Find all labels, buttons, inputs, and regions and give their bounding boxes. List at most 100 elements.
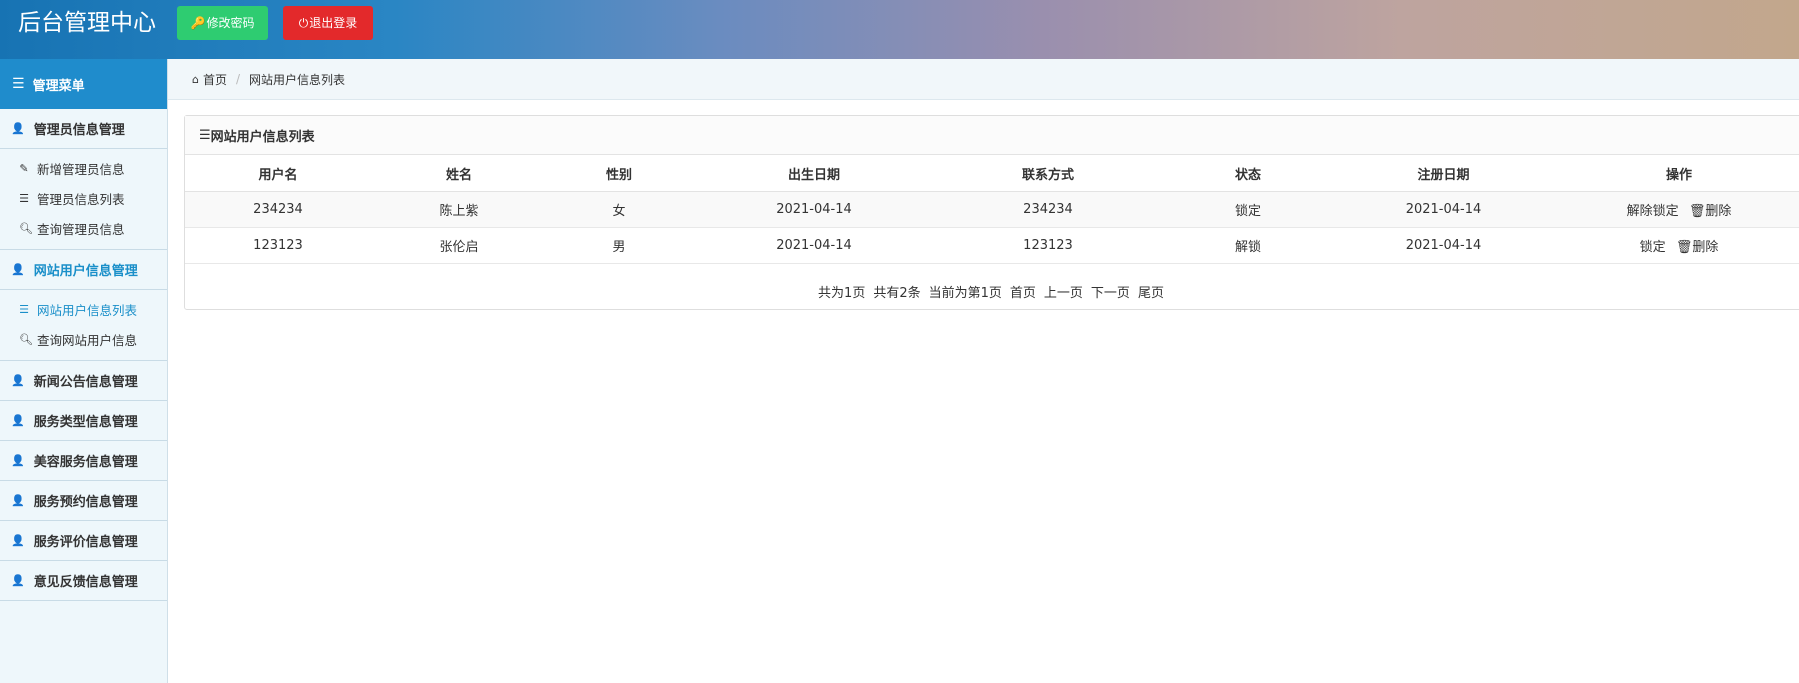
cell-status: 解锁	[1159, 227, 1337, 264]
cell-username: 123123	[185, 227, 371, 264]
sidebar-group-beauty-service[interactable]: 👤 美容服务信息管理	[0, 441, 167, 481]
user-icon: 👤	[11, 454, 25, 467]
sidebar-group-feedback[interactable]: 👤 意见反馈信息管理	[0, 561, 167, 601]
pager-prev-link[interactable]: 上一页	[1044, 282, 1083, 301]
sidebar-group-admin[interactable]: 👤 管理员信息管理	[0, 109, 167, 149]
pager-current-page: 当前为第1页	[928, 285, 1002, 301]
list-icon: ☰	[199, 127, 211, 143]
sidebar-header: ☰ 管理菜单	[0, 59, 167, 109]
table-row: 234234 陈上紫 女 2021-04-14 234234 锁定 2021-0…	[185, 191, 1799, 228]
logout-label: 退出登录	[309, 16, 358, 30]
column-header: 注册日期	[1337, 155, 1550, 192]
breadcrumb: ⌂ 首页 / 网站用户信息列表	[168, 59, 1799, 100]
trash-icon: 🗑	[1688, 204, 1706, 219]
sidebar-item-add-admin[interactable]: ✎ 新增管理员信息	[0, 153, 167, 183]
trash-icon: 🗑	[1675, 240, 1693, 255]
cell-actions: 解除锁定 🗑删除	[1550, 191, 1799, 228]
list-icon: ☰	[19, 191, 29, 205]
sidebar-group-news[interactable]: 👤 新闻公告信息管理	[0, 361, 167, 401]
column-header: 性别	[547, 155, 691, 192]
sidebar-group-booking[interactable]: 👤 服务预约信息管理	[0, 481, 167, 521]
power-icon: ⏻	[298, 16, 309, 30]
column-header: 出生日期	[691, 155, 937, 192]
delete-link[interactable]: 🗑删除	[1689, 204, 1732, 219]
panel-title: ☰ 网站用户信息列表	[185, 116, 1799, 155]
column-header: 用户名	[185, 155, 371, 192]
pager-total-records: 共有2条	[873, 285, 921, 301]
home-icon: ⌂	[192, 72, 199, 86]
cell-username: 234234	[185, 191, 371, 228]
app-title: 后台管理中心	[18, 10, 156, 36]
search-icon: 🔍︎	[19, 332, 33, 346]
sidebar-group-label: 服务类型信息管理	[33, 415, 138, 430]
cell-name: 张伦启	[371, 227, 547, 264]
breadcrumb-home[interactable]: 首页	[203, 71, 227, 88]
sidebar-group-label: 服务预约信息管理	[33, 495, 138, 510]
top-header: 后台管理中心 🔑 修改密码 ⏻ 退出登录	[0, 0, 1799, 59]
table-header-row: 用户名 姓名 性别 出生日期 联系方式 状态 注册日期 操作	[185, 155, 1799, 192]
delete-label: 删除	[1692, 240, 1719, 255]
list-icon: ☰	[12, 76, 25, 92]
user-icon: 👤	[11, 374, 25, 387]
sidebar-item-label: 管理员信息列表	[37, 191, 125, 207]
delete-label: 删除	[1705, 204, 1732, 219]
sidebar-group-label: 服务评价信息管理	[33, 535, 138, 550]
lock-link[interactable]: 锁定	[1640, 240, 1666, 255]
breadcrumb-separator: /	[236, 72, 241, 86]
sidebar-item-label: 查询管理员信息	[37, 221, 125, 237]
column-header: 状态	[1159, 155, 1337, 192]
key-icon: 🔑	[190, 16, 206, 30]
cell-name: 陈上紫	[371, 191, 547, 228]
sidebar-submenu-site-users: ☰ 网站用户信息列表 🔍︎ 查询网站用户信息	[0, 290, 167, 361]
pager-first-link[interactable]: 首页	[1010, 282, 1036, 301]
sidebar: ☰ 管理菜单 👤 管理员信息管理 ✎ 新增管理员信息 ☰ 管理员信息列表 🔍︎ …	[0, 59, 168, 683]
pager-last-link[interactable]: 尾页	[1138, 282, 1164, 301]
unlock-link[interactable]: 解除锁定	[1627, 204, 1679, 219]
user-icon: 👤	[11, 534, 25, 547]
cell-registered: 2021-04-14	[1337, 191, 1550, 228]
panel-title-text: 网站用户信息列表	[210, 129, 315, 145]
change-password-label: 修改密码	[206, 16, 255, 30]
delete-link[interactable]: 🗑删除	[1676, 240, 1719, 255]
cell-contact: 234234	[937, 191, 1159, 228]
logout-button[interactable]: ⏻ 退出登录	[283, 6, 373, 40]
sidebar-title: 管理菜单	[32, 78, 85, 94]
sidebar-item-user-list[interactable]: ☰ 网站用户信息列表	[0, 294, 167, 324]
search-icon: 🔍︎	[19, 221, 33, 235]
sidebar-group-label: 新闻公告信息管理	[33, 375, 138, 390]
cell-status: 锁定	[1159, 191, 1337, 228]
cell-registered: 2021-04-14	[1337, 227, 1550, 264]
change-password-button[interactable]: 🔑 修改密码	[177, 6, 268, 40]
user-list-panel: ☰ 网站用户信息列表 用户名 姓名 性别 出生日期 联系方式 状态 注册日期 操…	[184, 115, 1799, 310]
sidebar-group-site-users[interactable]: 👤 网站用户信息管理	[0, 250, 167, 290]
edit-icon: ✎	[19, 161, 29, 175]
sidebar-item-search-admin[interactable]: 🔍︎ 查询管理员信息	[0, 213, 167, 243]
user-icon: 👤	[11, 122, 25, 135]
pagination: 共为1页 共有2条 当前为第1页 首页 上一页 下一页 尾页	[185, 264, 1799, 318]
user-icon: 👤	[11, 574, 25, 587]
sidebar-item-search-user[interactable]: 🔍︎ 查询网站用户信息	[0, 324, 167, 354]
table-row: 123123 张伦启 男 2021-04-14 123123 解锁 2021-0…	[185, 227, 1799, 264]
cell-birth: 2021-04-14	[691, 191, 937, 228]
sidebar-group-label: 美容服务信息管理	[33, 455, 138, 470]
sidebar-group-label: 意见反馈信息管理	[33, 575, 138, 590]
sidebar-item-label: 新增管理员信息	[37, 161, 125, 177]
sidebar-group-service-type[interactable]: 👤 服务类型信息管理	[0, 401, 167, 441]
cell-actions: 锁定 🗑删除	[1550, 227, 1799, 264]
breadcrumb-current: 网站用户信息列表	[249, 72, 346, 87]
user-icon: 👤	[11, 414, 25, 427]
column-header: 操作	[1550, 155, 1799, 192]
sidebar-item-label: 网站用户信息列表	[37, 302, 138, 318]
user-table: 用户名 姓名 性别 出生日期 联系方式 状态 注册日期 操作 234234 陈上…	[185, 155, 1799, 264]
sidebar-item-admin-list[interactable]: ☰ 管理员信息列表	[0, 183, 167, 213]
cell-birth: 2021-04-14	[691, 227, 937, 264]
column-header: 联系方式	[937, 155, 1159, 192]
pager-next-link[interactable]: 下一页	[1091, 282, 1130, 301]
cell-gender: 女	[547, 191, 691, 228]
cell-gender: 男	[547, 227, 691, 264]
user-icon: 👤	[11, 263, 25, 276]
sidebar-group-review[interactable]: 👤 服务评价信息管理	[0, 521, 167, 561]
user-icon: 👤	[11, 494, 25, 507]
sidebar-submenu-admin: ✎ 新增管理员信息 ☰ 管理员信息列表 🔍︎ 查询管理员信息	[0, 149, 167, 250]
sidebar-group-label: 网站用户信息管理	[33, 264, 138, 279]
